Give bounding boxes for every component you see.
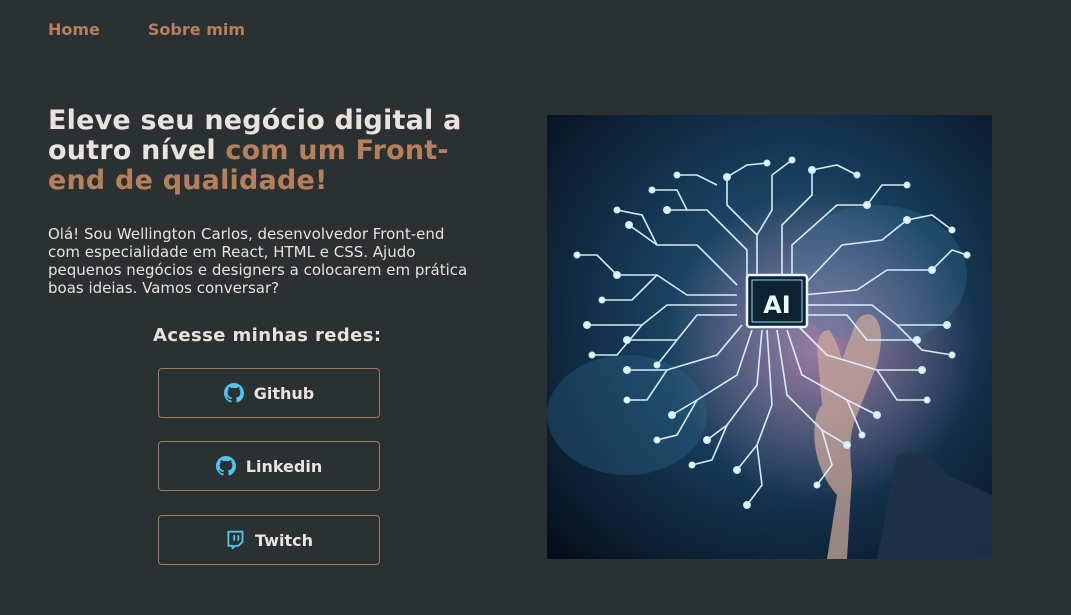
svg-text:AI: AI (763, 291, 791, 319)
social-title: Acesse minhas redes: (153, 325, 382, 346)
ai-chip-icon: AI (745, 273, 809, 329)
linkedin-button[interactable]: Linkedin (158, 441, 380, 491)
ai-brain-image: AI (547, 115, 992, 559)
linkedin-button-label: Linkedin (245, 456, 323, 476)
twitch-button-label: Twitch (255, 530, 313, 550)
hero-title: Eleve seu negócio digital a outro nível … (48, 106, 488, 196)
github-button-label: Github (253, 383, 315, 403)
github-button[interactable]: Github (158, 368, 380, 418)
nav-home-link[interactable]: Home (48, 20, 100, 39)
twitch-icon (225, 530, 245, 550)
hero-intro: Olá! Sou Wellington Carlos, desenvolvedo… (48, 225, 468, 297)
github-icon (223, 383, 244, 403)
nav-about-link[interactable]: Sobre mim (148, 20, 245, 39)
github-icon (215, 456, 236, 476)
top-nav: Home Sobre mim (48, 20, 245, 39)
twitch-button[interactable]: Twitch (158, 515, 380, 565)
